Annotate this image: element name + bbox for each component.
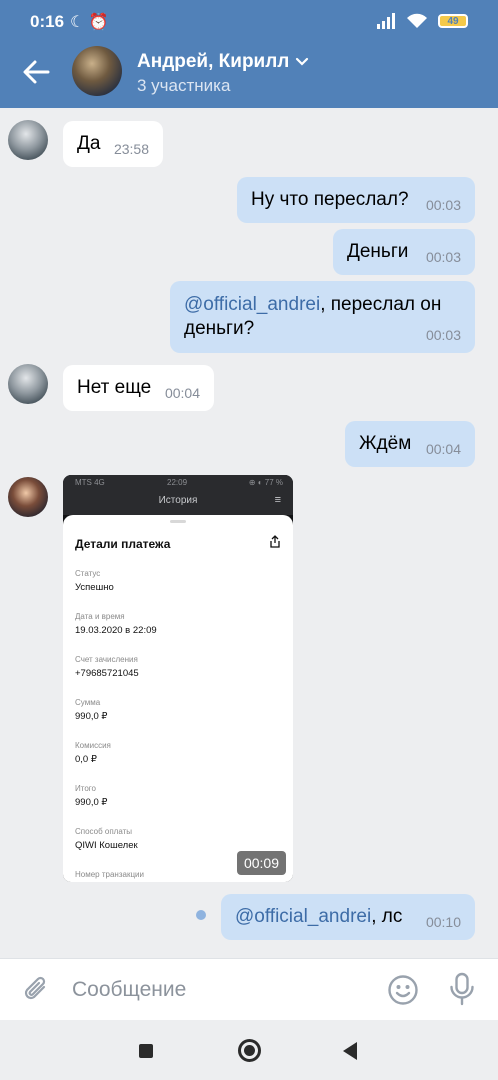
attachment-statusbar: MTS 4G 22:09 ⊕ ◐ 77 % История ≡ — [63, 475, 293, 515]
attachment-carrier: MTS 4G — [75, 478, 105, 487]
payment-detail-row: Способ оплаты QIWI Кошелек — [75, 827, 281, 853]
wifi-icon — [407, 13, 427, 28]
payment-detail-row: Счет зачисления +79685721045 — [75, 655, 281, 681]
payment-detail-label: Счет зачисления — [75, 655, 138, 664]
message-line-1: @official_andrei, переслал он — [184, 293, 461, 317]
payment-detail-label: Статус — [75, 569, 101, 578]
payment-detail-value: 990,0 ₽ — [75, 797, 108, 808]
sender-avatar[interactable] — [8, 477, 48, 517]
message-bubble[interactable]: @official_andrei, переслал он деньги? 00… — [170, 281, 475, 353]
message-bubble[interactable]: Да 23:58 — [63, 121, 163, 167]
message-bubble[interactable]: Деньги 00:03 — [333, 229, 475, 275]
message-composer — [0, 958, 498, 1020]
payment-detail-label: Итого — [75, 784, 96, 793]
payment-detail-row: Комиссия 0,0 ₽ — [75, 741, 281, 767]
signal-icon — [377, 13, 395, 29]
message-time: 00:10 — [425, 914, 461, 930]
sheet-grabber — [170, 520, 186, 523]
payment-detail-value: +79685721045 — [75, 668, 139, 679]
payment-details-title: Детали платежа — [75, 537, 171, 551]
message-text: Ждём — [359, 433, 412, 454]
message-time: 00:04 — [425, 441, 461, 457]
payment-detail-label: Способ оплаты — [75, 827, 133, 836]
filter-icon: ≡ — [274, 494, 281, 506]
payment-detail-label: Комиссия — [75, 741, 111, 750]
payment-detail-row: Дата и время 19.03.2020 в 22:09 — [75, 612, 281, 638]
chat-title-text: Андрей, Кирилл — [137, 51, 290, 72]
message-bubble[interactable]: Ну что переслал? 00:03 — [237, 177, 475, 223]
message-text: Да — [77, 133, 101, 154]
payment-detail-row: Итого 990,0 ₽ — [75, 784, 281, 810]
message-time: 00:03 — [425, 197, 461, 213]
mention-link[interactable]: @official_andrei — [235, 906, 371, 927]
payment-details-sheet: Детали платежа Статус Успешно Дата и время… — [63, 515, 293, 882]
chat-member-count: 3 участника — [137, 76, 231, 95]
message-bubble[interactable]: Ждём 00:04 — [345, 421, 475, 467]
message-input[interactable] — [72, 973, 362, 1007]
system-nav-bar — [0, 1020, 498, 1080]
payment-detail-value: 0,0 ₽ — [75, 754, 97, 765]
attachment-status-right: ⊕ ◐ 77 % — [248, 478, 283, 487]
payment-detail-value: Успешно — [75, 582, 114, 593]
message-time: 00:03 — [425, 327, 461, 343]
system-back-button[interactable] — [343, 1042, 357, 1060]
message-time: 00:04 — [164, 385, 200, 401]
video-attachment[interactable]: MTS 4G 22:09 ⊕ ◐ 77 % История ≡ Детали п… — [63, 475, 293, 882]
message-list[interactable]: Да 23:58 Ну что переслал? 00:03 Деньги 0… — [0, 108, 498, 958]
emoji-icon[interactable] — [387, 974, 419, 1006]
chat-avatar[interactable] — [72, 46, 122, 96]
paperclip-icon[interactable] — [22, 975, 52, 1005]
moon-alarm-icons: ☾ ⏰ — [70, 14, 109, 31]
payment-detail-row: Статус Успешно — [75, 569, 281, 595]
sender-avatar[interactable] — [8, 364, 48, 404]
microphone-icon[interactable] — [448, 972, 476, 1006]
sender-avatar[interactable] — [8, 120, 48, 160]
payment-details-list: Статус Успешно Дата и время 19.03.2020 в 22… — [75, 569, 281, 882]
payment-detail-value: 990,0 ₽ — [75, 711, 108, 722]
recent-apps-button[interactable] — [139, 1044, 153, 1058]
status-right-icons: 49 — [376, 13, 468, 29]
message-text: , переслал он — [320, 294, 442, 315]
attachment-clock: 22:09 — [167, 478, 188, 487]
chat-header: 0:16 ☾ ⏰ 49 Андрей, Кирилл 3 участника — [0, 0, 498, 108]
payment-detail-label: Дата и время — [75, 612, 125, 621]
message-text: Нет еще — [77, 377, 152, 398]
status-time: 0:16 — [30, 12, 65, 31]
status-bar: 0:16 ☾ ⏰ 49 — [0, 0, 498, 44]
payment-detail-row: Сумма 990,0 ₽ — [75, 698, 281, 724]
message-bubble[interactable]: @official_andrei, лс 00:10 — [221, 894, 475, 940]
chat-title[interactable]: Андрей, Кирилл — [137, 51, 309, 73]
message-line-2: деньги? — [184, 318, 255, 339]
message-text: Ну что переслал? — [251, 189, 409, 210]
chevron-down-icon — [296, 57, 309, 66]
payment-detail-label: Сумма — [75, 698, 101, 707]
payment-detail-value: 19.03.2020 в 22:09 — [75, 625, 157, 636]
home-button[interactable] — [238, 1039, 261, 1062]
message-text: @official_andrei, лс — [235, 906, 403, 927]
unread-indicator — [196, 910, 206, 920]
back-arrow-icon[interactable] — [22, 58, 50, 86]
message-bubble[interactable]: Нет еще 00:04 — [63, 365, 214, 411]
message-time: 00:03 — [425, 249, 461, 265]
share-icon — [270, 535, 280, 548]
video-duration: 00:09 — [236, 851, 286, 875]
mention-link[interactable]: @official_andrei — [184, 294, 320, 315]
message-text: Деньги — [347, 241, 409, 262]
attachment-screen-title: История — [158, 495, 198, 506]
message-time: 23:58 — [113, 141, 149, 157]
battery-icon: 49 — [438, 14, 468, 28]
